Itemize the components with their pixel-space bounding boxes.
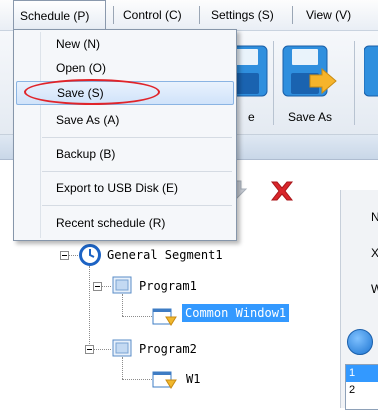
save-toolbar-label: e: [248, 110, 255, 124]
tree-line: [122, 379, 152, 380]
list-item[interactable]: 2: [346, 382, 378, 399]
menu-item-new[interactable]: New (N): [16, 32, 234, 56]
tree-line: [89, 266, 90, 350]
program-icon: [112, 339, 132, 357]
tree-node-general-segment[interactable]: General Segment1: [107, 248, 223, 262]
property-label: X: [371, 246, 378, 260]
tree-node-label: Common Window1: [182, 304, 290, 322]
tree-line: [122, 294, 123, 316]
tree-node-common-window1[interactable]: Common Window1: [182, 304, 290, 322]
menu-item-export-usb[interactable]: Export to USB Disk (E): [16, 176, 234, 200]
tree-node-program2[interactable]: Program2: [139, 342, 197, 356]
menu-separator: [199, 6, 200, 24]
tree-node-w1[interactable]: W1: [186, 372, 200, 386]
menu-settings[interactable]: Settings (S): [205, 0, 280, 30]
menu-item-save-as[interactable]: Save As (A): [16, 108, 234, 132]
menu-schedule[interactable]: Schedule (P): [13, 0, 106, 30]
tree-line: [102, 286, 111, 287]
tree-line: [94, 349, 111, 350]
toolbar-separator: [354, 41, 355, 125]
index-list: 1 2: [345, 364, 378, 410]
tree-line: [122, 357, 123, 379]
collapse-toggle[interactable]: [85, 345, 94, 354]
menu-separator: [292, 6, 293, 24]
save-as-toolbar-button[interactable]: Save As: [276, 31, 344, 134]
menu-separator: [113, 6, 114, 24]
toolbar-separator: [273, 41, 274, 125]
tree-line: [122, 316, 152, 317]
property-label: W: [371, 282, 378, 296]
tree-node-program1[interactable]: Program1: [139, 279, 197, 293]
property-label: N: [371, 210, 378, 224]
window-icon: [152, 308, 177, 326]
menu-bar: Schedule (P) Control (C) Settings (S) Vi…: [0, 0, 378, 31]
menu-separator: [42, 171, 232, 172]
menu-view[interactable]: View (V): [300, 0, 357, 30]
collapse-toggle[interactable]: [93, 282, 102, 291]
delete-icon[interactable]: [270, 181, 294, 201]
partial-toolbar-icon: [364, 45, 378, 97]
program-icon: [112, 276, 132, 294]
menu-control[interactable]: Control (C): [117, 0, 188, 30]
collapse-toggle[interactable]: [60, 251, 69, 260]
menu-item-recent-schedule[interactable]: Recent schedule (R): [16, 211, 234, 235]
time-settings-icon[interactable]: [347, 329, 373, 355]
save-as-icon: [282, 45, 337, 97]
highlight-ellipse: [24, 79, 160, 105]
menu-item-backup[interactable]: Backup (B): [16, 142, 234, 166]
schedule-dropdown-menu: New (N) Open (O) Save (S) Save As (A) Ba…: [13, 29, 237, 241]
menu-separator: [42, 137, 232, 138]
tree-line: [69, 255, 78, 256]
clock-icon: [79, 244, 101, 266]
menu-separator: [42, 205, 232, 206]
menu-item-open[interactable]: Open (O): [16, 56, 234, 80]
window-icon: [152, 371, 177, 389]
list-item[interactable]: 1: [346, 365, 378, 382]
save-as-toolbar-label: Save As: [287, 110, 333, 124]
